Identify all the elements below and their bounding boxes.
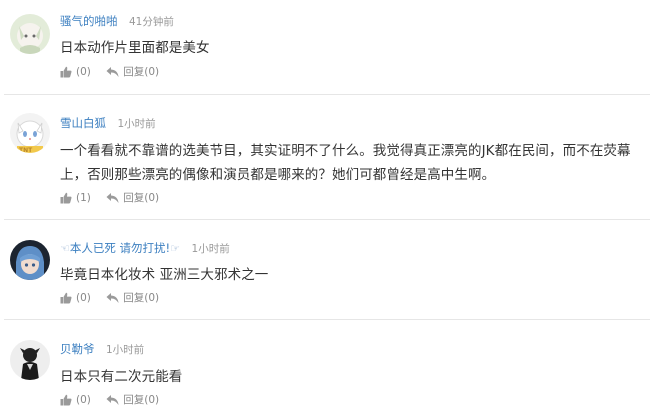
reply-count: (0) [144, 394, 160, 406]
reply-button[interactable]: 回复(0) [106, 290, 159, 306]
comment-text: 日本动作片里面都是美女 [60, 40, 210, 56]
reply-arrow-icon [106, 395, 119, 405]
username-text: 本人已死 请勿打扰! [69, 241, 171, 255]
avatar[interactable] [10, 240, 50, 280]
username-link[interactable]: 骚气的啪啪 [60, 14, 118, 28]
like-count: (0) [76, 66, 91, 78]
like-count: (0) [76, 292, 91, 304]
comment-item: TNT 雪山白狐 1小时前 一个看看就不靠谱的选美节目，其实证明不了什么。我觉得… [0, 95, 652, 220]
thumbs-up-icon [60, 66, 72, 78]
comment-text: 一个看看就不靠谱的选美节目，其实证明不了什么。我觉得真正漂亮的JK都在民间，而不… [60, 139, 645, 187]
username-link[interactable]: 雪山白狐 [60, 116, 106, 130]
comment-actions: (0) 回复(0) [60, 64, 171, 80]
comment-list: 骚气的啪啪 41分钟前 日本动作片里面都是美女 (0) 回复(0) TNT 雪山… [0, 0, 656, 418]
timestamp: 1小时前 [117, 118, 156, 130]
reply-label: 回复 [123, 192, 145, 204]
svg-text:TNT: TNT [19, 147, 33, 153]
avatar[interactable] [10, 14, 50, 54]
username-link[interactable]: ☜本人已死 请勿打扰!☞ [60, 241, 180, 255]
like-button[interactable]: (0) [60, 392, 91, 408]
reply-count: (0) [144, 66, 160, 78]
reply-button[interactable]: 回复(0) [106, 392, 159, 408]
comment-meta: 骚气的啪啪 41分钟前 [60, 12, 174, 30]
comment-meta: 雪山白狐 1小时前 [60, 114, 156, 132]
comment-meta: ☜本人已死 请勿打扰!☞ 1小时前 [60, 239, 230, 257]
thumbs-up-icon [60, 192, 72, 204]
avatar[interactable]: TNT [10, 113, 50, 153]
comment-text-line: 一个看看就不靠谱的选美节目，其实证明不了什么。我觉得真正漂亮的JK都在民间，而不… [60, 143, 631, 159]
reply-count: (0) [144, 192, 160, 204]
pointing-hand-right-icon: ☞ [170, 242, 181, 255]
avatar-image-icon: TNT [10, 113, 50, 153]
timestamp: 1小时前 [191, 243, 230, 255]
like-count: (0) [76, 394, 91, 406]
comment-item: ☜本人已死 请勿打扰!☞ 1小时前 毕竟日本化妆术 亚洲三大邪术之一 (0) 回… [0, 220, 652, 320]
avatar[interactable] [10, 340, 50, 380]
pointing-hand-left-icon: ☜ [60, 242, 70, 255]
timestamp: 1小时前 [106, 344, 145, 356]
timestamp: 41分钟前 [129, 16, 174, 28]
comment-item: 骚气的啪啪 41分钟前 日本动作片里面都是美女 (0) 回复(0) [0, 0, 652, 95]
reply-arrow-icon [106, 293, 119, 303]
like-count: (1) [76, 192, 91, 204]
thumbs-up-icon [60, 394, 72, 406]
avatar-image-icon [10, 340, 50, 380]
reply-arrow-icon [106, 193, 119, 203]
reply-count: (0) [144, 292, 160, 304]
reply-label: 回复 [123, 292, 145, 304]
like-button[interactable]: (0) [60, 290, 91, 306]
comment-meta: 贝勒爷 1小时前 [60, 340, 144, 358]
username-link[interactable]: 贝勒爷 [60, 342, 95, 356]
comment-text: 毕竟日本化妆术 亚洲三大邪术之一 [60, 267, 269, 283]
comment-actions: (1) 回复(0) [60, 190, 171, 206]
comment-actions: (0) 回复(0) [60, 392, 171, 408]
reply-label: 回复 [123, 66, 145, 78]
reply-button[interactable]: 回复(0) [106, 190, 159, 206]
reply-label: 回复 [123, 394, 145, 406]
thumbs-up-icon [60, 292, 72, 304]
like-button[interactable]: (1) [60, 190, 91, 206]
like-button[interactable]: (0) [60, 64, 91, 80]
comment-actions: (0) 回复(0) [60, 290, 171, 306]
comment-text-line: 上，否则那些漂亮的偶像和演员都是哪来的？她们可都曾经是高中生啊。 [60, 167, 496, 183]
reply-button[interactable]: 回复(0) [106, 64, 159, 80]
avatar-image-icon [10, 240, 50, 280]
comment-item: 贝勒爷 1小时前 日本只有二次元能看 (0) 回复(0) [0, 320, 652, 418]
comment-text: 日本只有二次元能看 [60, 369, 183, 385]
reply-arrow-icon [106, 67, 119, 77]
avatar-image-icon [10, 14, 50, 54]
